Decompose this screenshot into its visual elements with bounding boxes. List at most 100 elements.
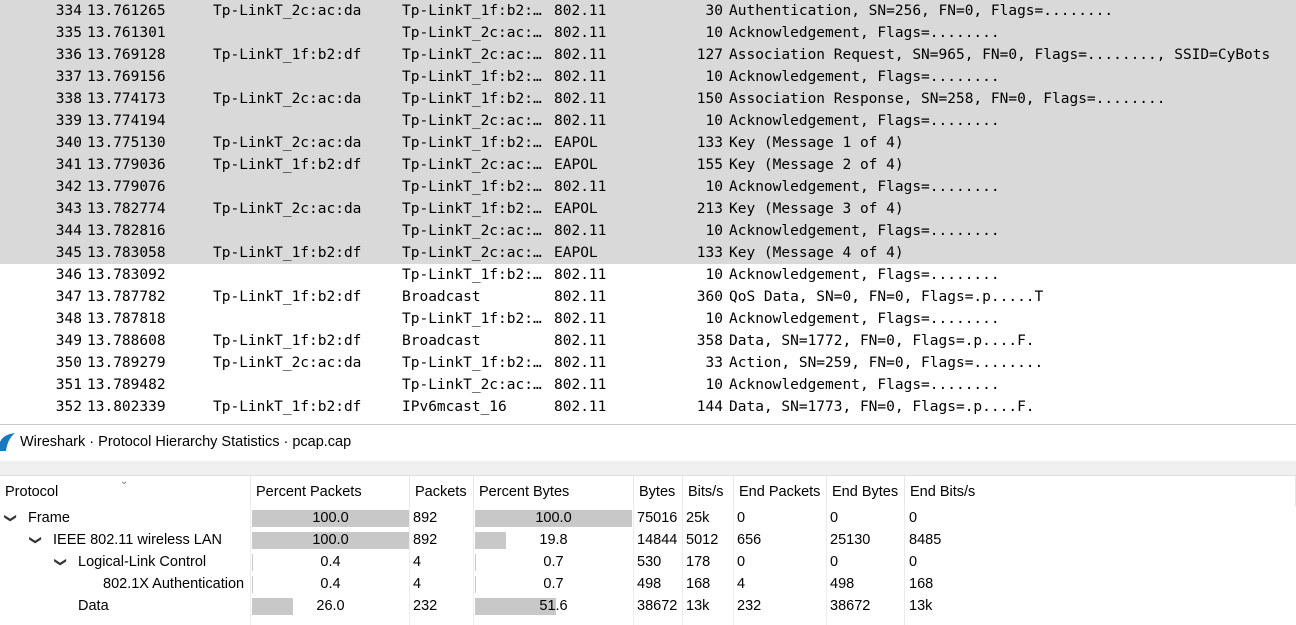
packet-row[interactable]: 335 13.761301 Tp-LinkT_2c:ac:… 802.11 10 Ackn… [0, 22, 1296, 44]
packet-destination: Tp-LinkT_2c:ac:… [402, 223, 542, 239]
packet-row[interactable]: 351 13.789482 Tp-LinkT_2c:ac:… 802.11 10 Ackn… [0, 374, 1296, 396]
packet-length: 144 [696, 399, 723, 415]
packet-source: Tp-LinkT_1f:b2:df [213, 333, 362, 349]
bits-per-sec-cell: 13k [686, 598, 710, 614]
packet-row[interactable]: 345 13.783058 Tp-LinkT_1f:b2:df Tp-LinkT_2c… [0, 242, 1296, 264]
packet-length: 33 [705, 355, 723, 371]
expand-chevron-icon[interactable]: ❯ [25, 533, 47, 547]
packet-number: 347 [55, 289, 82, 305]
packet-source: Tp-LinkT_1f:b2:df [213, 289, 362, 305]
stats-row[interactable]: ❯ IEEE 802.11 wireless LAN 100.0 19.8 892 148… [0, 529, 1296, 551]
column-divider [826, 505, 827, 625]
packet-row[interactable]: 347 13.787782 Tp-LinkT_1f:b2:df Broadcast 80… [0, 286, 1296, 308]
col-packets-header[interactable]: Packets [410, 476, 474, 506]
packet-info: Key (Message 1 of 4) [729, 135, 904, 151]
end-bytes-cell: 0 [830, 510, 839, 526]
packet-length: 10 [705, 69, 723, 85]
packet-row[interactable]: 341 13.779036 Tp-LinkT_1f:b2:df Tp-LinkT_2c… [0, 154, 1296, 176]
stats-row[interactable]: Data 26.0 51.6 232 38672 13k 232 38672 13k [0, 595, 1296, 617]
packet-length: 10 [705, 113, 723, 129]
packet-row[interactable]: 344 13.782816 Tp-LinkT_2c:ac:… 802.11 10 Ackn… [0, 220, 1296, 242]
column-divider [682, 505, 683, 625]
percent-bytes-cell: 19.8 [475, 532, 632, 549]
packet-destination: Tp-LinkT_1f:b2:… [402, 267, 542, 283]
percent-bytes-cell: 100.0 [475, 510, 632, 527]
packet-source: Tp-LinkT_2c:ac:da [213, 91, 362, 107]
percent-packets-cell-value: 0.4 [320, 554, 341, 570]
packet-info: Acknowledgement, Flags=........ [729, 223, 1000, 239]
percent-packets-cell: 100.0 [252, 510, 409, 527]
packet-row[interactable]: 348 13.787818 Tp-LinkT_1f:b2:… 802.11 10 Ackn… [0, 308, 1296, 330]
packet-time: 13.769128 [87, 47, 166, 63]
packet-protocol: 802.11 [554, 3, 607, 19]
stats-row[interactable]: ❯ Logical-Link Control 0.4 0.7 4 530 178 0 0 0 [0, 551, 1296, 573]
protocol-name: Frame [28, 510, 70, 526]
packet-info: Key (Message 2 of 4) [729, 157, 904, 173]
packet-time: 13.779036 [87, 157, 166, 173]
end-bits-per-sec-cell: 13k [909, 598, 933, 614]
packet-time: 13.787782 [87, 289, 166, 305]
packet-row[interactable]: 336 13.769128 Tp-LinkT_1f:b2:df Tp-LinkT_2c… [0, 44, 1296, 66]
packet-protocol: EAPOL [554, 157, 598, 173]
column-divider [409, 505, 410, 625]
packet-row[interactable]: 338 13.774173 Tp-LinkT_2c:ac:da Tp-LinkT_1f… [0, 88, 1296, 110]
col-end-bits-per-sec-header[interactable]: End Bits/s [905, 476, 1296, 506]
bits-per-sec-cell: 5012 [686, 532, 719, 548]
col-end-bytes-header[interactable]: End Bytes [827, 476, 905, 506]
packet-time: 13.787818 [87, 311, 166, 327]
end-packets-cell: 656 [737, 532, 762, 548]
packet-row[interactable]: 339 13.774194 Tp-LinkT_2c:ac:… 802.11 10 Ackn… [0, 110, 1296, 132]
bits-per-sec-cell: 178 [686, 554, 711, 570]
packet-number: 344 [55, 223, 82, 239]
packet-source: Tp-LinkT_1f:b2:df [213, 245, 362, 261]
stats-row[interactable]: ❯ Frame 100.0 100.0 892 75016 25k 0 0 0 [0, 507, 1296, 529]
end-bytes-cell: 498 [830, 576, 855, 592]
end-packets-cell: 0 [737, 554, 746, 570]
col-percent-bytes-header[interactable]: Percent Bytes [474, 476, 634, 506]
packet-source: Tp-LinkT_2c:ac:da [213, 135, 362, 151]
col-percent-packets-header[interactable]: Percent Packets [251, 476, 410, 506]
packet-number: 351 [55, 377, 82, 393]
packet-list[interactable]: 334 13.761265 Tp-LinkT_2c:ac:da Tp-LinkT_1f… [0, 0, 1296, 425]
packet-length: 150 [696, 91, 723, 107]
packet-row[interactable]: 349 13.788608 Tp-LinkT_1f:b2:df Broadcast 80… [0, 330, 1296, 352]
packet-source: Tp-LinkT_2c:ac:da [213, 355, 362, 371]
protocol-name: Data [78, 598, 109, 614]
packet-source: Tp-LinkT_1f:b2:df [213, 47, 362, 63]
packet-number: 350 [55, 355, 82, 371]
packet-row[interactable]: 346 13.783092 Tp-LinkT_1f:b2:… 802.11 10 Ackn… [0, 264, 1296, 286]
packet-row[interactable]: 350 13.789279 Tp-LinkT_2c:ac:da Tp-LinkT_1f… [0, 352, 1296, 374]
column-divider [733, 505, 734, 625]
packet-length: 10 [705, 311, 723, 327]
packet-destination: IPv6mcast_16 [402, 399, 507, 415]
bytes-cell: 75016 [637, 510, 678, 526]
packet-source: Tp-LinkT_2c:ac:da [213, 3, 362, 19]
packet-row[interactable]: 337 13.769156 Tp-LinkT_1f:b2:… 802.11 10 Ackn… [0, 66, 1296, 88]
packet-protocol: 802.11 [554, 91, 607, 107]
packet-destination: Tp-LinkT_1f:b2:… [402, 179, 542, 195]
packet-row[interactable]: 343 13.782774 Tp-LinkT_2c:ac:da Tp-LinkT_1f… [0, 198, 1296, 220]
packet-source: Tp-LinkT_1f:b2:df [213, 157, 362, 173]
packet-row[interactable]: 352 13.802339 Tp-LinkT_1f:b2:df IPv6mcast_1… [0, 396, 1296, 418]
packet-protocol: 802.11 [554, 179, 607, 195]
packet-destination: Tp-LinkT_2c:ac:… [402, 377, 542, 393]
packet-row[interactable]: 340 13.775130 Tp-LinkT_2c:ac:da Tp-LinkT_1f… [0, 132, 1296, 154]
packet-row[interactable]: 342 13.779076 Tp-LinkT_1f:b2:… 802.11 10 Ackn… [0, 176, 1296, 198]
window-titlebar[interactable]: Wireshark · Protocol Hierarchy Statistic… [0, 425, 1296, 461]
end-bits-per-sec-cell: 0 [909, 554, 918, 570]
packet-protocol: 802.11 [554, 25, 607, 41]
column-divider [250, 505, 251, 625]
packet-row[interactable]: 334 13.761265 Tp-LinkT_2c:ac:da Tp-LinkT_1f… [0, 0, 1296, 22]
col-bits-per-sec-header[interactable]: Bits/s [683, 476, 734, 506]
packet-length: 213 [696, 201, 723, 217]
percent-packets-cell-value: 100.0 [312, 510, 349, 526]
stats-row[interactable]: 802.1X Authentication 0.4 0.7 4 498 168 4 498 16… [0, 573, 1296, 595]
expand-chevron-icon[interactable]: ❯ [50, 555, 72, 569]
expand-chevron-icon[interactable]: ❯ [0, 511, 22, 525]
col-bytes-header[interactable]: Bytes [634, 476, 683, 506]
col-end-packets-header[interactable]: End Packets [734, 476, 827, 506]
packets-cell: 4 [413, 554, 422, 570]
packet-destination: Broadcast [402, 333, 481, 349]
packet-number: 348 [55, 311, 82, 327]
packet-number: 340 [55, 135, 82, 151]
